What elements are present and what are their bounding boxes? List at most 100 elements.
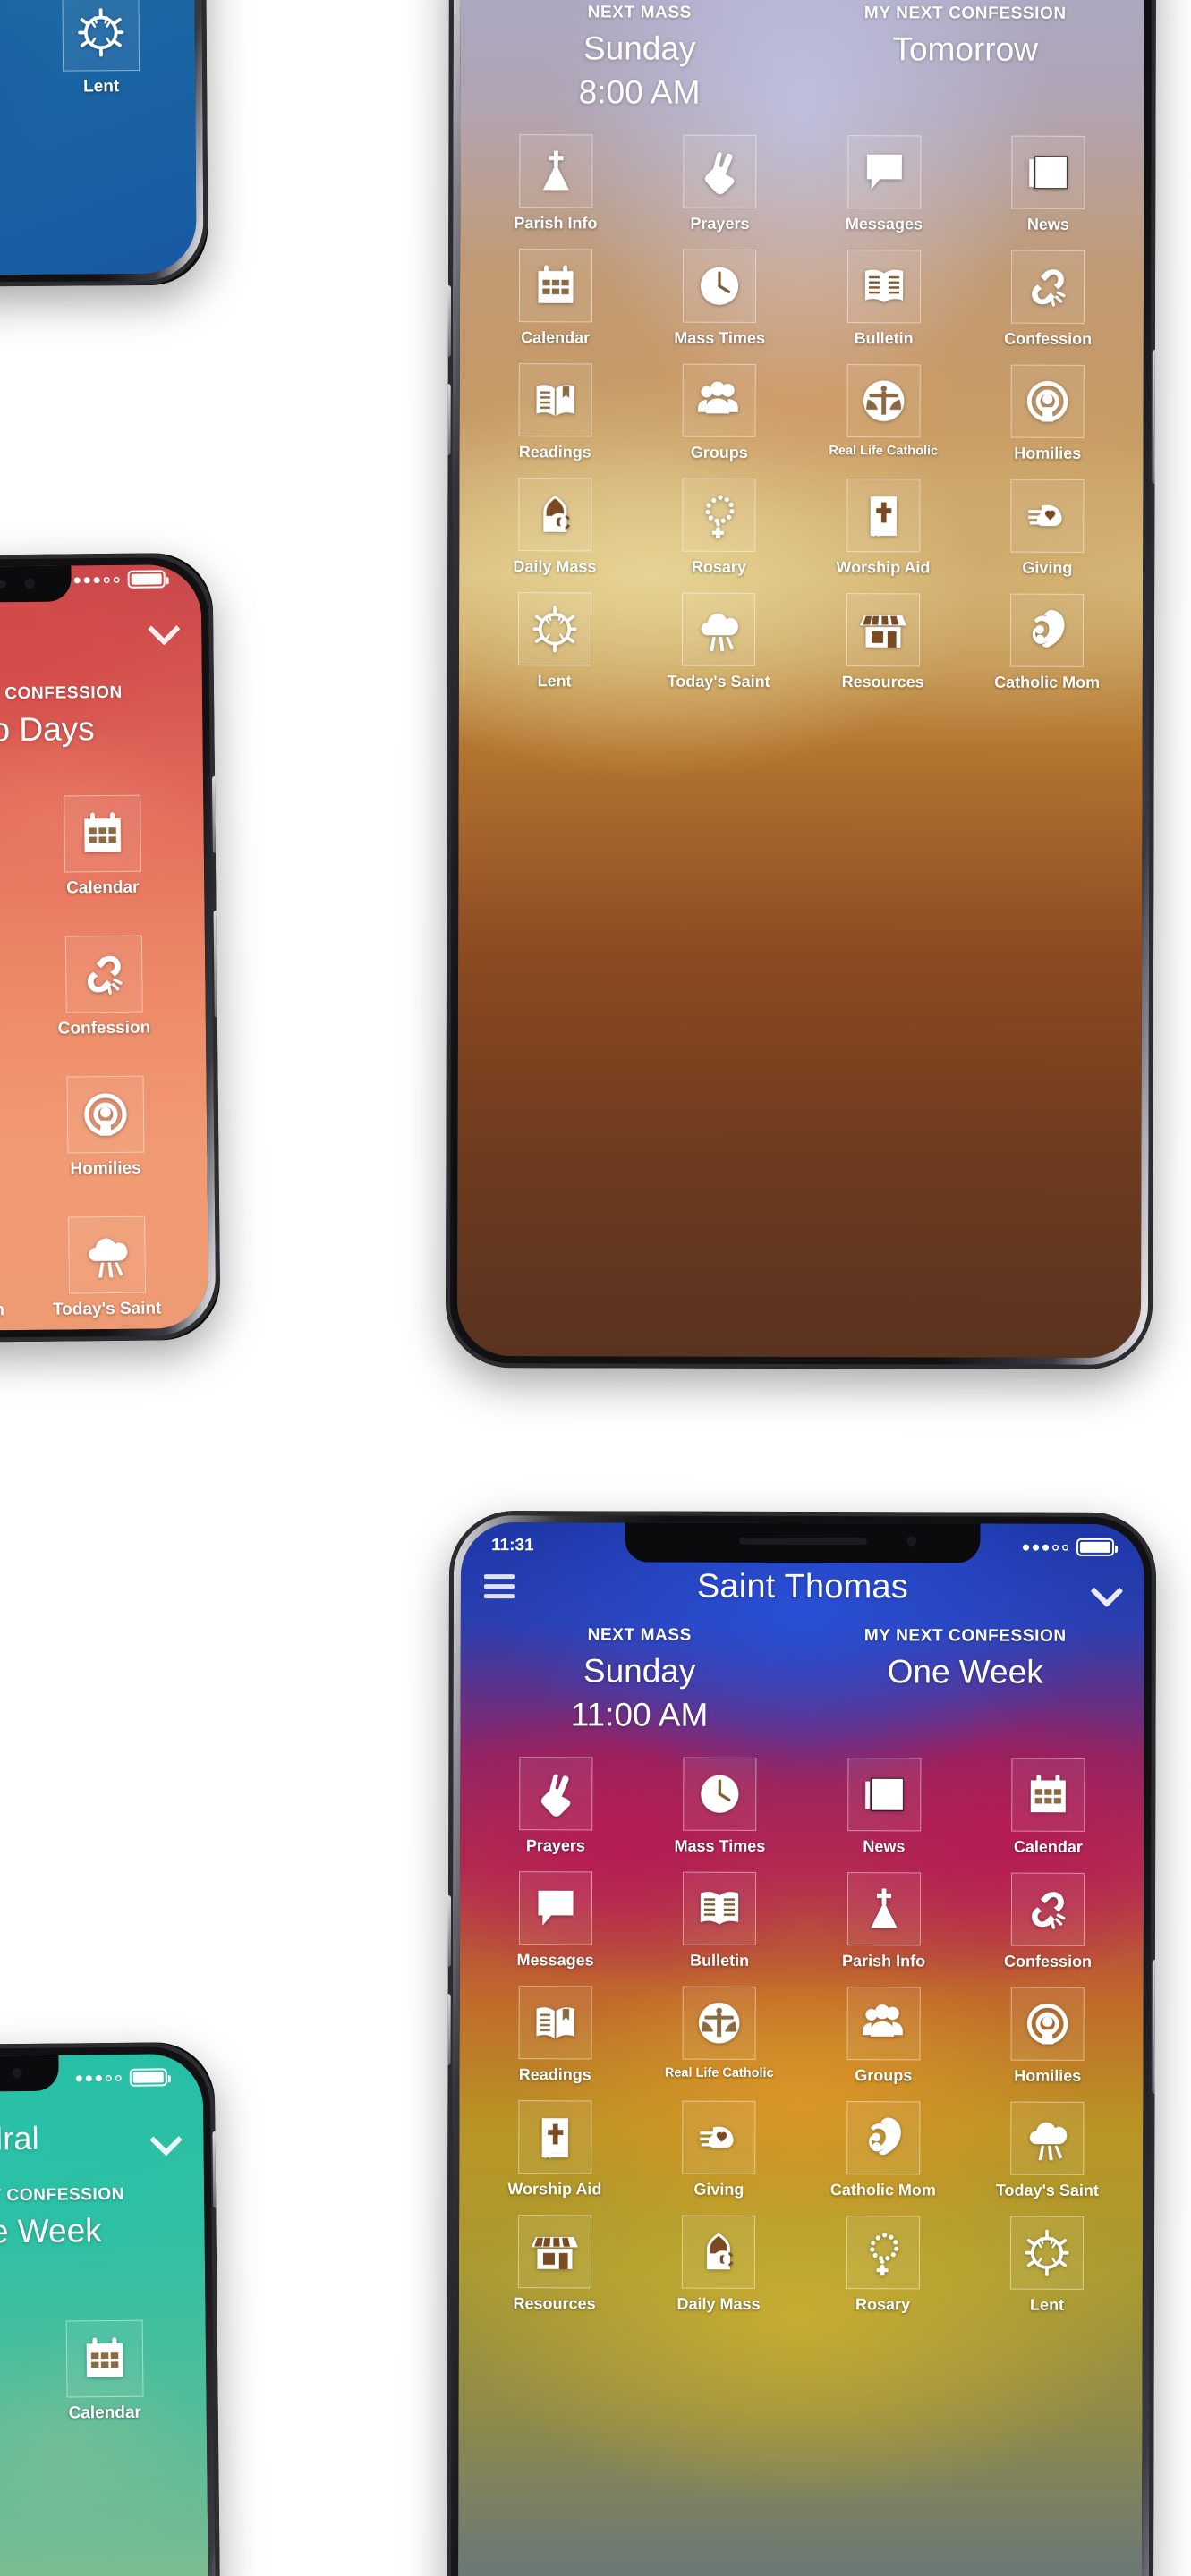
podcast-icon [1025,2001,1071,2047]
app-joseph: Saint Joseph the Worker NEXT MASS Sunday… [457,0,1144,1358]
power-button[interactable] [213,910,221,1018]
app-tile-messages[interactable]: Messages [804,135,964,233]
app-tile-lent[interactable]: Lent [475,592,634,691]
phone-saint-thomas: 11:31 Saint Thomas NEXT MASS Sunday 11:0… [445,1510,1157,2576]
chevron-down-icon[interactable] [149,2122,180,2152]
volume-down-button[interactable] [445,1993,451,2065]
app-tile-prayers[interactable]: Prayers [641,134,800,233]
app-tile-rosary[interactable]: Rosary [0,0,14,98]
app-grid-anthony: News Calendar Parish Info Confession Groups H… [0,764,208,1332]
app-tile-catholic-mom[interactable]: Catholic Mom [967,593,1127,691]
app-tile-giving[interactable]: Giving [968,479,1127,577]
app-tile-mass-times[interactable]: Mass Times [641,1757,800,1855]
app-tile-rosary[interactable]: Rosary [804,2216,963,2314]
app-tile-calendar[interactable]: Calendar [30,2320,180,2425]
bible-icon [860,492,906,538]
open-book-icon [861,263,907,309]
app-tile-label: Readings [518,443,591,462]
app-tile-worship-aid[interactable]: Worship Aid [804,479,963,577]
phone-screen-anthony: Anthony MY NEXT CONFESSION Two Days News… [0,564,209,1333]
battery-icon [129,2068,167,2087]
app-tile-lent[interactable]: Lent [967,2216,1127,2314]
app-teal: Catholic MomToday's SaintRosaryLent [0,0,197,275]
app-tile-lent[interactable]: Lent [22,0,179,97]
app-tile-icon-box [63,795,141,873]
app-tile-resources[interactable]: Resources [804,593,963,691]
app-tile-real-life-catholic[interactable]: Real Life Catholic [804,364,964,462]
bookmark-book-icon [532,377,578,423]
power-button[interactable] [1152,1960,1157,2095]
app-tile-calendar[interactable]: Calendar [476,249,635,347]
app-tile-catholic-mom[interactable]: Catholic Mom [804,2101,963,2199]
app-tile-label: Groups [855,2066,913,2085]
app-tile-news[interactable]: News [0,796,19,901]
app-tile-parish-info[interactable]: Parish Info [476,134,635,233]
nav-bar-cathedral: y Cathedral [0,2095,204,2166]
app-tile-groups[interactable]: Groups [640,363,799,462]
app-tile-groups[interactable]: Groups [804,1987,963,2085]
app-tile-label: Calendar [68,2403,141,2423]
app-tile-messages[interactable]: Messages [476,1871,635,1970]
app-tile-catholic-mom[interactable]: Catholic Mom [0,1217,23,1322]
app-tile-rosary[interactable]: Rosary [640,478,799,576]
app-tile-homilies[interactable]: Homilies [30,1076,181,1181]
app-tile-confession[interactable]: Confession [968,1872,1127,1970]
app-tile-news[interactable]: News [969,135,1128,233]
next-confession-block: MY NEXT CONFESSION One Week [0,2184,189,2251]
app-tile-label: Calendar [66,878,140,898]
chevron-down-icon[interactable] [148,611,178,641]
app-tile-label: Catholic Mom [829,2180,936,2199]
app-tile-resources[interactable]: Resources [475,2215,634,2313]
newspaper-icon [1025,149,1072,196]
app-tile-daily-mass[interactable]: C Daily Mass [475,478,634,576]
volume-down-button[interactable] [445,383,451,455]
app-tile-readings[interactable]: Readings [476,363,635,462]
volume-up-button[interactable] [445,284,452,357]
rosary-icon [860,2229,906,2276]
app-tile-news[interactable]: News [0,2321,21,2426]
app-tile-confession[interactable]: Confession [968,250,1127,348]
app-tile-bulletin[interactable]: Bulletin [804,250,964,348]
app-tile-parish-info[interactable]: Parish Info [0,936,21,1041]
app-tile-parish-info[interactable]: Parish Info [804,1872,964,1970]
app-tile-giving[interactable]: Giving [640,2100,799,2199]
volume-up-button[interactable] [445,1894,452,1967]
app-tile-today-s-saint[interactable]: Today's Saint [968,2101,1127,2199]
app-tile-icon-box [1011,1758,1085,1832]
app-tile-label: Giving [1022,558,1073,577]
volume-button[interactable] [211,775,219,853]
app-tile-label: Messages [845,215,923,233]
app-tile-readings[interactable]: Readings [475,1986,634,2084]
app-tile-confession[interactable]: Confession [29,936,179,1040]
app-tile-prayers[interactable]: Prayers [476,1757,635,1855]
app-tile-label: Resources [513,2294,596,2313]
power-button[interactable] [1152,350,1157,485]
chevron-down-icon[interactable] [1091,1572,1121,1603]
app-tile-bulletin[interactable]: Bulletin [640,1871,799,1970]
app-anthony: Anthony MY NEXT CONFESSION Two Days News… [0,564,208,1332]
app-tile-icon-box [1010,479,1085,553]
app-tile-daily-mass[interactable]: C Daily Mass [639,2215,798,2313]
mitre-c-icon: C [695,2229,742,2275]
storefront-icon [859,606,906,653]
app-tile-label: Parish Info [514,214,598,233]
app-tile-today-s-saint[interactable]: Today's Saint [31,1216,182,1321]
app-tile-worship-aid[interactable]: Worship Aid [475,2100,634,2199]
app-tile-homilies[interactable]: Homilies [968,1987,1127,2085]
screenshot-stage: Catholic Mom Today's Saint Rosary Lent [0,0,1191,2576]
app-tile-calendar[interactable]: Calendar [969,1758,1128,1856]
hamburger-icon[interactable] [483,1574,515,1599]
praying-hands-icon [697,148,744,195]
app-tile-real-life-catholic[interactable]: Real Life Catholic [640,1986,799,2084]
app-tile-homilies[interactable]: Homilies [968,364,1127,462]
status-bar-cathedral [0,2054,203,2098]
app-tile-icon-box [1010,364,1085,438]
app-tile-mass-times[interactable]: Mass Times [640,249,799,347]
app-tile-groups[interactable]: Groups [0,1077,22,1182]
app-tile-calendar[interactable]: Calendar [27,795,177,900]
phone-screen-thomas: 11:31 Saint Thomas NEXT MASS Sunday 11:0… [456,1522,1145,2576]
app-tile-news[interactable]: News [804,1758,964,1856]
app-tile-icon-box [518,249,592,323]
volume-button[interactable] [212,2131,220,2208]
app-tile-today-s-saint[interactable]: Today's Saint [639,592,798,691]
